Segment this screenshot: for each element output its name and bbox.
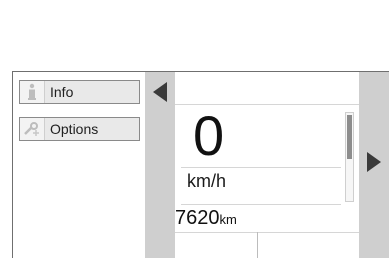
menu-item-options[interactable]: Options	[19, 117, 140, 141]
odometer-value: 7620	[175, 207, 220, 229]
scrollbar[interactable]	[345, 112, 354, 202]
info-icon	[20, 81, 45, 103]
divider	[181, 204, 341, 205]
wrench-icon	[20, 118, 45, 140]
speed-unit: km/h	[187, 171, 227, 191]
menu-panel: Info Options	[13, 72, 143, 258]
tile-divider	[257, 232, 258, 258]
speed-panel: 0 km/h 7620km	[175, 72, 359, 258]
divider	[175, 232, 359, 233]
menu-item-label: Info	[50, 84, 74, 100]
menu-item-label: Options	[50, 121, 99, 137]
arrow-left-icon[interactable]	[152, 81, 168, 103]
scroll-left-bar[interactable]	[145, 72, 175, 258]
top-bezel	[0, 0, 390, 71]
arrow-right-icon[interactable]	[366, 151, 382, 173]
odometer-unit: km	[219, 212, 237, 227]
info-display: Info Options 0 km/h 7620km	[12, 71, 389, 258]
odometer: 7620km	[175, 207, 237, 230]
menu-item-info[interactable]: Info	[19, 80, 140, 104]
scroll-right-bar[interactable]	[359, 72, 389, 258]
divider	[181, 167, 341, 168]
speed-value: 0	[193, 104, 225, 167]
scrollbar-thumb[interactable]	[347, 115, 352, 159]
